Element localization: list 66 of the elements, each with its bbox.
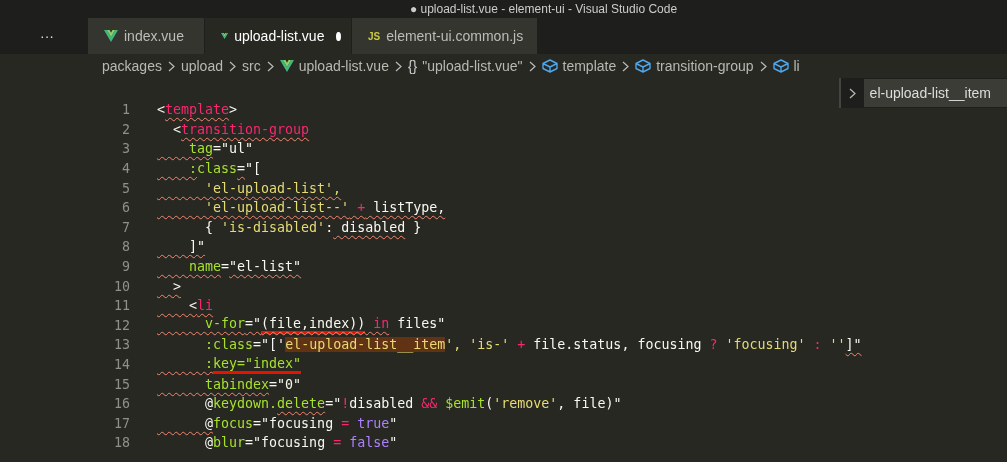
chevron-icon [848,87,856,99]
code-line: v-for="(file,index)) in files" [157,316,446,335]
line-number: 10 [113,278,130,294]
editor-tab[interactable]: upload-list.vue [205,18,352,54]
dropdown-item[interactable]: el-upload-list__item [863,79,1007,107]
line-number: 5 [121,180,130,196]
breadcrumb-item[interactable]: li [772,58,800,74]
code-line: 'el-upload-list', [204,180,342,196]
code-line: <transition-group [172,121,310,137]
code-line: :class="[ [188,161,262,177]
code-line: :class="['el-upload-list__item', 'is-' + file.status, focusing ? 'focusing' : '']" [204,337,862,353]
code-line: > [172,278,182,294]
code-line: 'el-upload-list--' + listType, [204,200,446,216]
more-button[interactable]: ··· [40,28,70,44]
line-number: 11 [113,298,130,314]
code-line: { 'is-disabled': disabled } [204,219,422,235]
line-number: 12 [113,317,130,333]
editor-tab[interactable]: JS element-ui.common.js [352,18,538,54]
breadcrumb-item[interactable]: {} "upload-list.vue" [407,58,523,74]
breadcrumb-item[interactable]: upload-list.vue [279,58,389,74]
line-number: 6 [121,200,130,216]
breadcrumb-item[interactable]: packages [102,58,162,74]
line-number: 13 [113,337,130,353]
code-line: <li [188,298,214,314]
line-number: 4 [121,161,130,177]
line-number: 15 [113,376,130,392]
editor-tab[interactable]: index.vue [88,18,205,54]
line-number: 3 [121,141,130,157]
line-number: 14 [113,357,130,372]
chevron-icon [394,60,402,72]
breadcrumb-item[interactable]: transition-group [635,58,754,74]
line-number: 8 [121,239,130,255]
chevron-icon [622,60,630,72]
cube-icon [772,59,789,73]
code-line: <template> [157,102,238,118]
code-line: @focus="focusing = true" [204,415,398,431]
chevron-icon [167,60,175,72]
code-line: @keydown.delete="!disabled && $emit('remove', file)" [204,396,622,412]
chevron-icon [759,60,767,72]
cube-icon [635,59,652,73]
breadcrumb-item[interactable]: upload [180,58,223,74]
code-line: @blur="focusing = false" [204,435,398,451]
code-line: name="el-list" [188,259,302,275]
line-number: 2 [121,121,130,137]
code-line: :key="index" [157,355,302,374]
code-line: ]" [188,239,206,255]
breadcrumb-item[interactable]: src [242,58,261,74]
line-number: 1 [121,102,130,118]
line-number: 16 [113,396,130,412]
line-number: 17 [113,415,130,431]
line-number: 18 [113,435,130,451]
chevron-icon [528,60,536,72]
line-number: 7 [121,219,130,235]
cube-icon [541,59,558,73]
vue-icon [279,60,294,72]
window-title: ● upload-list.vue - element-ui - Visual Studio Code [409,2,678,16]
js-icon: JS [368,30,381,42]
braces-icon: {} [407,58,418,74]
line-number: 9 [121,259,130,275]
vue-icon [104,30,118,42]
vue-icon [221,30,229,42]
chevron-icon [229,60,236,72]
breadcrumb-item[interactable]: template [541,58,617,74]
code-line: tabindex="0" [204,376,302,392]
chevron-icon [266,60,274,72]
code-line: tag="ul" [188,141,254,157]
